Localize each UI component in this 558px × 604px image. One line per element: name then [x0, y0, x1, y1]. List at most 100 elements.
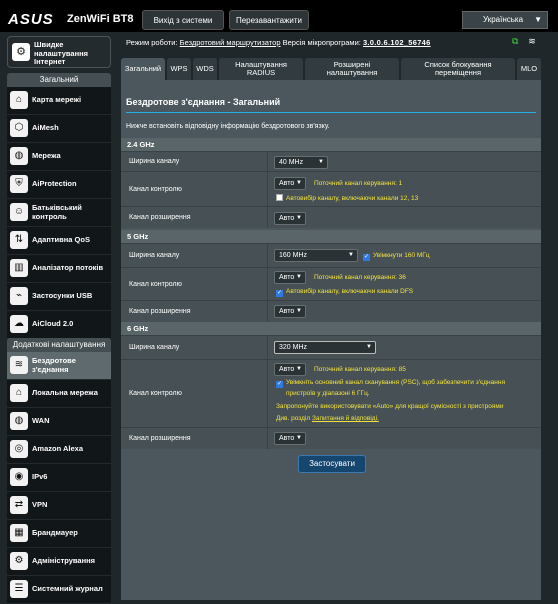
- select-value: Авто: [279, 274, 295, 281]
- band-5-control-select[interactable]: Авто ▼: [274, 271, 306, 284]
- band-5-160-checkbox[interactable]: ✓ Увімкнути 160 МГц: [363, 252, 430, 261]
- band-6-bandwidth-select[interactable]: 320 MHz ▼: [274, 341, 376, 354]
- chevron-down-icon: ▼: [296, 274, 302, 280]
- sidebar-item-label: Бездротове з'єднання: [32, 356, 76, 374]
- usb-icon: ⌁: [10, 287, 28, 305]
- reboot-button[interactable]: Перезавантажити: [229, 10, 309, 30]
- log-icon: ☰: [10, 580, 28, 598]
- tab-professional[interactable]: Розширені налаштування: [305, 58, 399, 80]
- band-5-control-row: Канал контролю Авто ▼ Поточний канал керу…: [121, 267, 541, 300]
- sidebar-item-label: WAN: [32, 416, 50, 426]
- select-value: 40 MHz: [279, 159, 304, 166]
- band-24-control-select[interactable]: Авто ▼: [274, 177, 306, 190]
- alexa-icon: ◎: [10, 440, 28, 458]
- general-menu: ⌂ Карта мережі ⬡ AiMesh ◍ Мережа ⛨ AiProtect…: [7, 87, 111, 339]
- sidebar-item-aimesh[interactable]: ⬡ AiMesh: [7, 115, 111, 143]
- advanced-menu: ≋ Бездротове з'єднання ⌂ Локальна мережа ◍…: [7, 352, 111, 604]
- tab-radius[interactable]: Налаштування RADIUS: [219, 58, 303, 80]
- band-24-header: 2.4 GHz: [121, 138, 541, 151]
- checkbox-icon[interactable]: ✓: [363, 254, 370, 261]
- sidebar-item-wan[interactable]: ◍ WAN: [7, 408, 111, 436]
- sidebar-item-label: AiCloud 2.0: [32, 319, 74, 329]
- sidebar-item-label: VPN: [32, 500, 48, 510]
- sidebar-item-aicloud[interactable]: ☁ AiCloud 2.0: [7, 311, 111, 339]
- band-5-extension-row: Канал розширення Авто ▼: [121, 300, 541, 322]
- band-6-header: 6 GHz: [121, 322, 541, 335]
- sidebar-item-traffic-analyzer[interactable]: ▥ Аналізатор потоків: [7, 255, 111, 283]
- tab-wds[interactable]: WDS: [193, 58, 217, 80]
- sidebar-item-administration[interactable]: ⚙ Адміністрування: [7, 548, 111, 576]
- chevron-down-icon: ▼: [296, 435, 302, 441]
- qos-icon: ⇅: [10, 231, 28, 249]
- band-5-bandwidth-row: Ширина каналу 160 MHz ▼ ✓ Увімкнути 160 МГ…: [121, 243, 541, 267]
- sidebar-item-aiprotection[interactable]: ⛨ AiProtection: [7, 171, 111, 199]
- asus-logo[interactable]: ASUS: [8, 11, 54, 28]
- language-value: Українська: [483, 15, 524, 24]
- sidebar-item-wireless[interactable]: ≋ Бездротове з'єднання: [7, 352, 111, 380]
- sidebar-item-adaptive-qos[interactable]: ⇅ Адаптивна QoS: [7, 227, 111, 255]
- sidebar-item-label: Карта мережі: [32, 95, 82, 105]
- tab-general[interactable]: Загальний: [121, 58, 165, 80]
- band-6-extension-select[interactable]: Авто ▼: [274, 432, 306, 445]
- language-select[interactable]: Українська ▼: [462, 11, 548, 29]
- band-6-control-select[interactable]: Авто ▼: [274, 363, 306, 376]
- tab-roaming-block[interactable]: Список блокування переміщення: [401, 58, 515, 80]
- sidebar-item-ipv6[interactable]: ◉ IPv6: [7, 464, 111, 492]
- sidebar-item-network-map[interactable]: ⌂ Карта мережі: [7, 87, 111, 115]
- tab-mlo[interactable]: MLO: [517, 58, 541, 80]
- band-24-bandwidth-select[interactable]: 40 MHz ▼: [274, 156, 328, 169]
- sidebar-item-alexa[interactable]: ◎ Amazon Alexa: [7, 436, 111, 464]
- sidebar-item-vpn[interactable]: ⇄ VPN: [7, 492, 111, 520]
- select-value: 160 MHz: [279, 252, 308, 259]
- band-6-extension-row: Канал розширення Авто ▼: [121, 427, 541, 449]
- status-icons: ⧉ ≋: [512, 36, 552, 48]
- sidebar-item-firewall[interactable]: ▦ Брандмауер: [7, 520, 111, 548]
- band-5-bandwidth-select[interactable]: 160 MHz ▼: [274, 249, 358, 262]
- band-6-bandwidth-row: Ширина каналу 320 MHz ▼: [121, 335, 541, 359]
- top-bar: ASUS ZenWiFi BT8 Вихід з системи Перезав…: [0, 0, 558, 32]
- sidebar-item-label: IPv6: [32, 472, 48, 482]
- sidebar-item-usb-apps[interactable]: ⌁ Застосунки USB: [7, 283, 111, 311]
- band-5-dfs-checkbox[interactable]: ✓ Автовибір каналу, включаючи канали DFS: [276, 288, 413, 297]
- network-status-icon[interactable]: ⧉: [512, 36, 522, 46]
- firmware-link[interactable]: 3.0.0.6.102_56746: [363, 38, 431, 47]
- bandwidth-label: Ширина каналу: [121, 152, 268, 171]
- tab-wps[interactable]: WPS: [167, 58, 191, 80]
- band-24-auto-checkbox[interactable]: Автовибір каналу, включаючи канали 12, 1…: [276, 194, 418, 202]
- band-6-psc-checkbox[interactable]: ✓ Увімкніть основний канал сканування (PS…: [276, 379, 505, 388]
- select-value: Авто: [279, 215, 295, 222]
- sidebar-item-label: Адміністрування: [32, 556, 96, 566]
- select-value: Авто: [279, 435, 295, 442]
- mode-label: Режим роботи:: [126, 38, 178, 47]
- general-section-header: Загальний: [7, 73, 111, 87]
- globe-icon: ◍: [10, 147, 28, 165]
- checkbox-icon[interactable]: ✓: [276, 381, 283, 388]
- faq-link[interactable]: Запитання й відповіді.: [312, 415, 379, 422]
- chevron-down-icon: ▼: [296, 308, 302, 314]
- band-6-psc-checkbox-line2: пристроїв у діапазоні 6 ГГц.: [286, 390, 370, 397]
- sidebar-item-label: Аналізатор потоків: [32, 263, 104, 273]
- apply-button[interactable]: Застосувати: [298, 455, 366, 473]
- band-24-extension-select[interactable]: Авто ▼: [274, 212, 306, 225]
- mode-link[interactable]: Бездротовий маршрутизатор: [180, 38, 281, 47]
- sidebar-item-lan[interactable]: ⌂ Локальна мережа: [7, 380, 111, 408]
- band-24-current-channel: Поточний канал керування: 1: [314, 180, 403, 187]
- sidebar-item-parental-control[interactable]: ☺ Батьківський контроль: [7, 199, 111, 227]
- ipv6-icon: ◉: [10, 468, 28, 486]
- quick-setup-button[interactable]: ⚙ Швидке налаштування Інтернет: [7, 36, 111, 68]
- checkbox-icon[interactable]: [276, 194, 283, 201]
- logout-button[interactable]: Вихід з системи: [142, 10, 224, 30]
- band-5-extension-select[interactable]: Авто ▼: [274, 305, 306, 318]
- chevron-down-icon: ▼: [296, 215, 302, 221]
- sidebar-item-label: Amazon Alexa: [32, 444, 83, 454]
- cloud-icon: ☁: [10, 315, 28, 333]
- wifi-status-icon[interactable]: ≋: [528, 36, 538, 46]
- extension-channel-label: Канал розширення: [121, 301, 268, 322]
- sidebar-item-network[interactable]: ◍ Мережа: [7, 143, 111, 171]
- select-value: 320 MHz: [279, 344, 308, 351]
- select-value: Авто: [279, 180, 295, 187]
- product-name: ZenWiFi BT8: [67, 13, 134, 25]
- extension-channel-label: Канал розширення: [121, 428, 268, 449]
- checkbox-icon[interactable]: ✓: [276, 290, 283, 297]
- wifi-icon: ≋: [10, 356, 28, 374]
